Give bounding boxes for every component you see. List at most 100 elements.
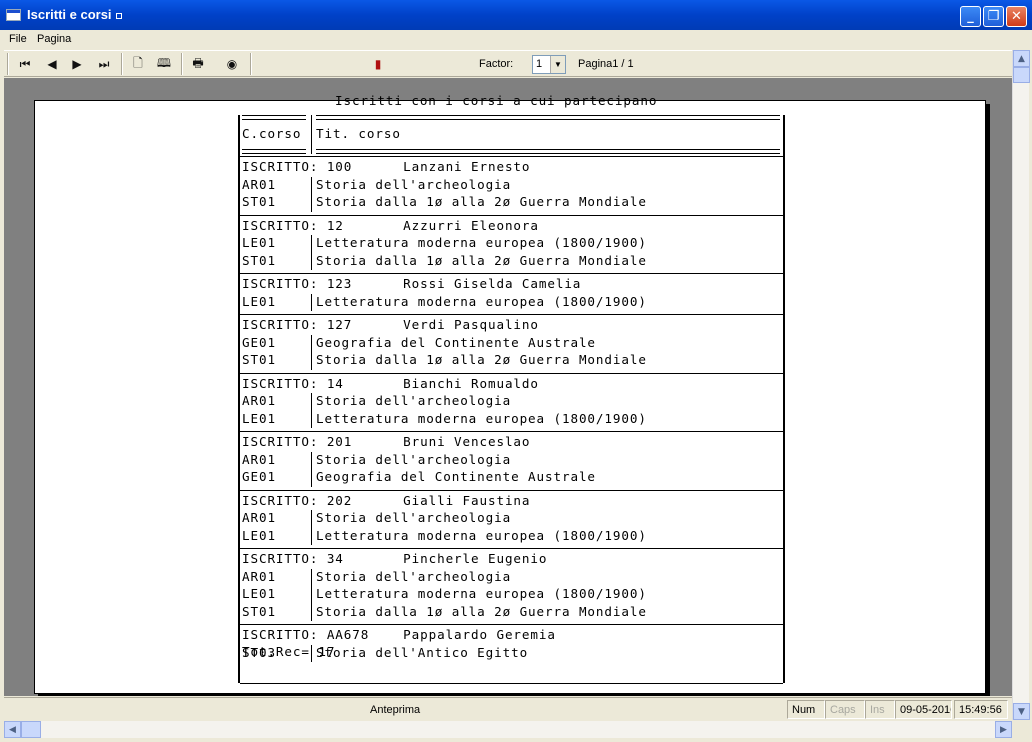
- course-code: LE01: [242, 235, 276, 250]
- column-header-code: C.corso: [242, 126, 302, 141]
- report-body: Iscritti con i corsi a cui partecipano C…: [238, 93, 788, 691]
- toolbar: ⏮ ◀ ▶ ⏭ 🗋 🕮 🖶 ◉ ▮ Factor: 1 ▼ Pagina1 / …: [4, 50, 1012, 77]
- course-code: ST01: [242, 252, 276, 268]
- header-rule: [316, 149, 780, 150]
- enrollee-header: ISCRITTO: 127 Verdi Pasqualino: [242, 317, 539, 332]
- enrollee-header: ISCRITTO: 123 Rossi Giselda Camelia: [242, 276, 582, 291]
- group-rule: [240, 624, 783, 625]
- enrollee-header: ISCRITTO: 34 Pincherle Eugenio: [242, 551, 548, 566]
- vertical-scroll-thumb[interactable]: [1013, 67, 1030, 83]
- date-indicator: 09-05-2016: [895, 700, 952, 719]
- row-separator: [311, 568, 312, 621]
- app-icon[interactable]: [6, 9, 21, 21]
- horizontal-scrollbar[interactable]: ◀ ▶: [4, 721, 1012, 738]
- factor-select[interactable]: 1 ▼: [532, 55, 566, 74]
- report-left-border: [238, 115, 240, 683]
- course-title: Storia dalla 1ø alla 2ø Guerra Mondiale: [316, 194, 647, 209]
- bottom-rule: [240, 683, 783, 684]
- course-code: LE01: [242, 293, 276, 309]
- app-window: Iscritti e corsi _ ❐ ✕ File Pagina ⏮ ◀ ▶…: [0, 0, 1032, 742]
- header-rule: [242, 115, 306, 116]
- course-code: AR01: [242, 393, 276, 408]
- next-page-icon[interactable]: ▶: [67, 54, 87, 74]
- caps-indicator: Caps: [825, 700, 865, 719]
- course-code: LE01: [242, 586, 276, 601]
- group-rule: [240, 489, 783, 491]
- single-page-icon[interactable]: 🗋: [128, 54, 148, 74]
- scroll-right-icon[interactable]: ▶: [995, 721, 1012, 738]
- course-code: GE01: [242, 334, 276, 350]
- restore-button[interactable]: ❐: [983, 6, 1004, 27]
- course-code: AR01: [242, 176, 276, 192]
- group-rule: [240, 548, 783, 549]
- preview-area[interactable]: Iscritti con i corsi a cui partecipano C…: [4, 78, 1012, 696]
- menu-pagina[interactable]: Pagina: [37, 33, 71, 45]
- prev-page-icon[interactable]: ◀: [42, 54, 62, 74]
- horizontal-scroll-thumb[interactable]: [21, 721, 41, 738]
- menu-bar: File Pagina: [0, 30, 1032, 49]
- close-button[interactable]: ✕: [1006, 6, 1027, 27]
- course-title: Storia dell'archeologia: [316, 510, 512, 525]
- enrollee-header: ISCRITTO: 14 Bianchi Romualdo: [242, 375, 539, 391]
- row-separator: [311, 293, 312, 311]
- course-title: Storia dell'archeologia: [316, 393, 512, 408]
- course-title: Storia dalla 1ø alla 2ø Guerra Mondiale: [316, 252, 647, 268]
- row-separator: [311, 451, 312, 487]
- header-rule: [316, 115, 780, 116]
- vertical-scrollbar[interactable]: ▲ ▼: [1012, 50, 1030, 720]
- row-separator: [311, 510, 312, 545]
- total-records: Tot.Rec= 17: [242, 644, 336, 659]
- title-bar[interactable]: Iscritti e corsi _ ❐ ✕: [0, 0, 1032, 30]
- num-indicator: Num: [787, 700, 825, 719]
- header-separator: [311, 115, 312, 154]
- scroll-left-icon[interactable]: ◀: [4, 721, 21, 738]
- course-code: LE01: [242, 527, 276, 543]
- last-page-icon[interactable]: ⏭: [94, 54, 114, 74]
- print-icon[interactable]: 🖶: [188, 54, 208, 74]
- course-title: Geografia del Continente Australe: [316, 469, 596, 484]
- course-title: Geografia del Continente Australe: [316, 334, 596, 350]
- course-title: Storia dalla 1ø alla 2ø Guerra Mondiale: [316, 603, 647, 619]
- course-title: Storia dell'archeologia: [316, 176, 512, 192]
- enrollee-header: ISCRITTO: AA678 Pappalardo Geremia: [242, 627, 556, 642]
- status-bar: Anteprima Num Caps Ins 09-05-2016 15:49:…: [4, 697, 1012, 721]
- course-code: ST01: [242, 603, 276, 619]
- row-separator: [311, 176, 312, 212]
- status-text: Anteprima: [370, 704, 421, 716]
- two-pages-icon[interactable]: 🕮: [154, 54, 174, 74]
- group-rule: [240, 431, 783, 432]
- course-title: Letteratura moderna europea (1800/1900): [316, 586, 647, 601]
- header-rule: [316, 153, 780, 154]
- window-title: Iscritti e corsi: [27, 7, 122, 22]
- course-title: Letteratura moderna europea (1800/1900): [316, 527, 647, 543]
- column-header-title: Tit. corso: [316, 126, 401, 141]
- menu-file[interactable]: File: [9, 33, 27, 45]
- course-title: Letteratura moderna europea (1800/1900): [316, 235, 647, 250]
- course-title: Letteratura moderna europea (1800/1900): [316, 410, 647, 426]
- row-separator: [311, 334, 312, 370]
- report-page: Iscritti con i corsi a cui partecipano C…: [34, 93, 986, 694]
- enrollee-header: ISCRITTO: 201 Bruni Venceslao: [242, 434, 531, 449]
- course-code: ST01: [242, 194, 276, 209]
- scroll-up-icon[interactable]: ▲: [1013, 50, 1030, 67]
- minimize-button[interactable]: _: [960, 6, 981, 27]
- enrollee-header: ISCRITTO: 12 Azzurri Eleonora: [242, 217, 539, 233]
- course-code: LE01: [242, 410, 276, 426]
- course-title: Letteratura moderna europea (1800/1900): [316, 293, 647, 309]
- enrollee-header: ISCRITTO: 100 Lanzani Ernesto: [242, 159, 531, 174]
- first-page-icon[interactable]: ⏮: [15, 54, 35, 74]
- scroll-down-icon[interactable]: ▼: [1013, 703, 1030, 720]
- chevron-down-icon[interactable]: ▼: [550, 56, 565, 73]
- header-rule: [242, 119, 306, 120]
- exit-door-icon[interactable]: ▮: [368, 54, 388, 74]
- course-title: Storia dell'archeologia: [316, 568, 512, 584]
- header-rule: [242, 149, 306, 150]
- export-icon[interactable]: ◉: [222, 54, 242, 74]
- course-code: AR01: [242, 451, 276, 467]
- group-rule: [240, 214, 783, 216]
- factor-label: Factor:: [479, 58, 514, 70]
- report-title: Iscritti con i corsi a cui partecipano: [335, 93, 658, 108]
- group-rule: [240, 372, 783, 374]
- course-code: AR01: [242, 568, 276, 584]
- page-indicator: Pagina1 / 1: [578, 58, 634, 70]
